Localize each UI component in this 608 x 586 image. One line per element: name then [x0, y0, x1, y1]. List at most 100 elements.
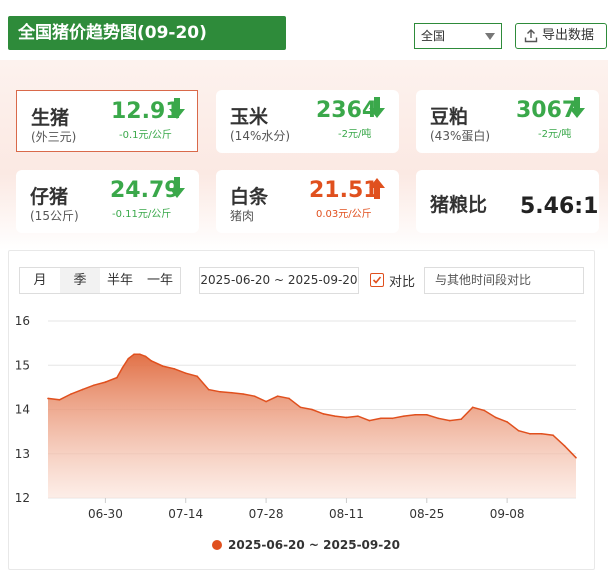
- price-card-live-hog[interactable]: 生猪 (外三元) 12.91 -0.1元/公斤: [16, 90, 198, 152]
- card-change: -0.1元/公斤: [119, 130, 172, 141]
- data-point: [506, 421, 508, 423]
- data-point: [276, 395, 279, 398]
- data-point: [322, 413, 325, 415]
- data-point: [540, 433, 543, 435]
- card-sub: (15公斤): [30, 209, 79, 223]
- data-point: [334, 415, 336, 417]
- card-change: -2元/吨: [338, 129, 372, 140]
- data-point: [288, 397, 290, 400]
- data-point: [494, 416, 497, 419]
- y-tick-label: 13: [15, 447, 30, 461]
- y-tick-label: 12: [15, 491, 30, 505]
- data-point: [81, 388, 84, 391]
- data-point: [70, 393, 72, 395]
- card-name: 生猪: [31, 107, 70, 129]
- x-tick-label: 09-08: [490, 507, 525, 521]
- card-sub: (外三元): [31, 130, 77, 144]
- price-card-soymeal[interactable]: 豆粕 (43%蛋白) 3067 -2元/吨: [416, 90, 599, 153]
- arrow-down-icon: [569, 97, 585, 118]
- arrow-down-icon: [369, 97, 385, 118]
- data-point: [437, 417, 440, 420]
- data-point: [299, 406, 302, 409]
- data-point: [161, 365, 164, 367]
- data-point: [196, 375, 199, 378]
- data-point: [144, 355, 147, 358]
- card-change: -0.11元/公斤: [112, 209, 172, 220]
- card-name: 猪粮比: [430, 194, 488, 216]
- arrow-down-icon: [169, 98, 185, 119]
- legend-label: 2025-06-20 ~ 2025-09-20: [228, 538, 400, 552]
- data-point: [529, 433, 531, 435]
- price-card-piglet[interactable]: 仔猪 (15公斤) 24.79 -0.11元/公斤: [16, 170, 199, 233]
- data-point: [575, 456, 577, 459]
- data-point: [311, 408, 313, 411]
- check-icon: [372, 276, 382, 284]
- export-button-label: 导出数据: [542, 28, 595, 43]
- data-point: [93, 384, 95, 386]
- x-tick-label: 08-11: [329, 507, 364, 521]
- data-point: [121, 366, 124, 369]
- y-tick-label: 14: [15, 403, 30, 417]
- data-point: [460, 418, 463, 421]
- tab-month[interactable]: 月: [20, 268, 60, 293]
- card-change: 0.03元/公斤: [316, 209, 372, 220]
- data-point: [563, 444, 566, 447]
- compare-checkbox[interactable]: [370, 273, 384, 287]
- data-point: [58, 398, 61, 401]
- data-point: [173, 367, 176, 370]
- card-name: 豆粕: [430, 106, 469, 128]
- y-tick-label: 16: [15, 314, 30, 328]
- data-point: [47, 397, 49, 400]
- chevron-down-icon: [485, 33, 495, 40]
- card-name: 仔猪: [30, 186, 69, 208]
- arrow-up-icon: [369, 178, 385, 199]
- data-point: [552, 434, 554, 436]
- data-point: [471, 406, 474, 409]
- hog-grain-ratio-card[interactable]: 猪粮比 5.46:1: [416, 170, 599, 233]
- card-sub: (14%水分): [230, 129, 291, 143]
- x-tick-label: 07-14: [168, 507, 203, 521]
- data-point: [345, 416, 348, 419]
- compare-period-input[interactable]: 与其他时间段对比: [424, 267, 584, 294]
- data-point: [391, 417, 394, 420]
- data-point: [116, 376, 118, 379]
- ratio-value: 5.46:1: [520, 194, 599, 219]
- data-point: [133, 353, 135, 355]
- x-tick-label: 08-25: [409, 507, 444, 521]
- data-point: [265, 400, 267, 403]
- x-tick-label: 07-28: [249, 507, 284, 521]
- data-point: [139, 353, 141, 355]
- data-point: [150, 360, 153, 362]
- date-range-picker[interactable]: 2025-06-20 ~ 2025-09-20: [199, 267, 359, 294]
- card-name: 玉米: [230, 106, 269, 128]
- card-sub: 猪肉: [230, 209, 255, 223]
- data-point: [253, 395, 256, 398]
- data-point: [425, 414, 428, 416]
- data-point: [104, 381, 107, 383]
- card-change: -2元/吨: [538, 129, 572, 140]
- data-point: [242, 393, 244, 395]
- data-point: [207, 388, 210, 391]
- tab-quarter[interactable]: 季: [60, 268, 100, 293]
- export-button[interactable]: 导出数据: [515, 23, 607, 49]
- data-point: [517, 429, 520, 432]
- tab-year[interactable]: 一年: [140, 268, 180, 293]
- chart-legend: 2025-06-20 ~ 2025-09-20: [212, 538, 400, 552]
- data-point: [414, 414, 417, 416]
- data-point: [403, 415, 405, 417]
- tab-half-year[interactable]: 半年: [100, 268, 140, 293]
- data-point: [230, 391, 233, 394]
- range-tabs: 月 季 半年 一年: [19, 267, 181, 294]
- price-card-pork-carcass[interactable]: 白条 猪肉 21.51 0.03元/公斤: [216, 170, 399, 233]
- upload-icon: [524, 29, 538, 43]
- data-point: [380, 417, 382, 420]
- data-point: [219, 391, 221, 393]
- data-point: [184, 372, 187, 375]
- data-point: [448, 419, 451, 422]
- arrow-down-icon: [169, 177, 185, 198]
- data-point: [357, 415, 359, 417]
- price-trend-chart: 12 13 14 15 16 06-30 07-14 07-28 08-11 08-25 09-08: [15, 314, 577, 521]
- region-select[interactable]: 全国: [414, 23, 502, 49]
- price-card-corn[interactable]: 玉米 (14%水分) 2364 -2元/吨: [216, 90, 399, 153]
- x-tick-label: 06-30: [88, 507, 123, 521]
